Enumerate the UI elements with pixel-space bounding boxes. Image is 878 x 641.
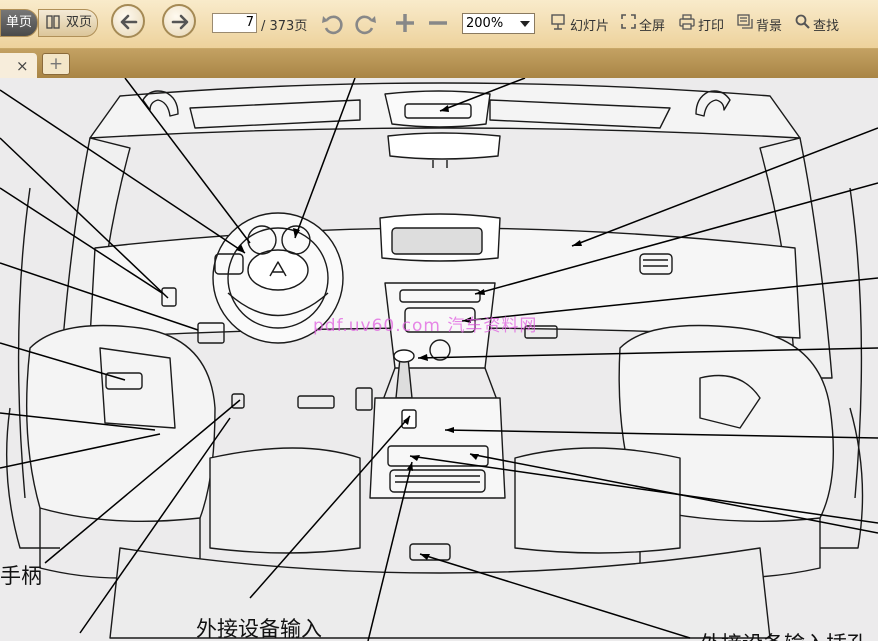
new-tab-button[interactable]: + xyxy=(42,53,70,75)
double-page-label: 双页 xyxy=(66,15,93,30)
page-number-input[interactable]: 7 xyxy=(212,13,257,33)
double-page-icon xyxy=(46,15,60,29)
background-button[interactable]: 背景 xyxy=(756,15,782,34)
arrow-left-icon xyxy=(120,14,138,30)
rotate-right-icon[interactable] xyxy=(354,12,378,36)
rotate-left-icon[interactable] xyxy=(320,12,344,36)
callout-handle: 手柄 xyxy=(0,564,42,588)
close-icon[interactable]: × xyxy=(16,57,29,75)
zoom-in-icon[interactable] xyxy=(394,12,416,34)
toolbar: 单页 双页 7 / 373页 200% 幻灯片 全屏 打印 背景 查找 xyxy=(0,0,878,49)
single-page-label: 单页 xyxy=(5,15,32,30)
page-total-text: / 373页 xyxy=(261,19,308,34)
print-button[interactable]: 打印 xyxy=(698,15,724,34)
fullscreen-button[interactable]: 全屏 xyxy=(639,15,665,34)
background-icon xyxy=(737,14,753,29)
fullscreen-icon xyxy=(621,14,636,29)
zoom-value: 200% xyxy=(466,16,504,31)
slideshow-button[interactable]: 幻灯片 xyxy=(570,15,609,34)
zoom-out-icon[interactable] xyxy=(427,12,449,34)
document-view[interactable]: pdf.uv60.com 汽车资料网 手柄 外接设备输入 外接设备输入插孔 xyxy=(0,78,878,641)
find-button[interactable]: 查找 xyxy=(813,15,839,34)
car-interior-illustration xyxy=(0,78,878,641)
next-page-button[interactable] xyxy=(162,4,196,38)
double-page-button[interactable]: 双页 xyxy=(38,9,98,37)
zoom-select[interactable]: 200% xyxy=(462,13,535,34)
watermark-text: pdf.uv60.com 汽车资料网 xyxy=(313,316,538,336)
search-icon xyxy=(795,14,810,29)
callout-aux-input: 外接设备输入 xyxy=(196,617,322,641)
single-page-button[interactable]: 单页 xyxy=(0,9,38,37)
plus-icon: + xyxy=(48,54,64,74)
tab-bar xyxy=(0,49,878,78)
slideshow-icon xyxy=(551,14,565,30)
chevron-down-icon xyxy=(520,21,530,27)
prev-page-button[interactable] xyxy=(111,4,145,38)
arrow-right-icon xyxy=(171,14,189,30)
callout-aux-jack: 外接设备输入插孔 xyxy=(700,628,868,641)
document-tab[interactable]: × xyxy=(0,53,37,78)
print-icon xyxy=(679,14,695,30)
